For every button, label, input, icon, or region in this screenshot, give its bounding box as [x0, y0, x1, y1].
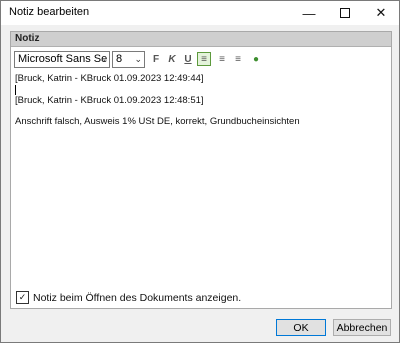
note-line-cursor — [15, 84, 385, 96]
window-title: Notiz bearbeiten — [9, 6, 90, 18]
note-line-empty — [15, 106, 385, 117]
minimize-button[interactable]: — — [291, 1, 327, 25]
minimize-icon: — — [302, 5, 316, 21]
cancel-button[interactable]: Abbrechen — [333, 319, 391, 336]
italic-icon: K — [168, 53, 176, 65]
chevron-down-icon: ⌄ — [134, 54, 142, 64]
font-family-select[interactable]: Microsoft Sans Se ⌄ — [14, 51, 110, 68]
font-size-value: 8 — [116, 53, 123, 65]
align-right-button[interactable]: ≡ — [231, 52, 245, 66]
align-center-icon: ≡ — [219, 53, 225, 65]
format-toolbar: Microsoft Sans Se ⌄ 8 ⌄ F K U ≡ ≡ ≡ ● — [11, 47, 391, 69]
text-color-button[interactable]: ● — [249, 52, 263, 66]
italic-button[interactable]: K — [165, 52, 179, 66]
dialog-window: Notiz bearbeiten — ✕ Notiz Microsoft San… — [0, 0, 400, 343]
note-line: [Bruck, Katrin - KBruck 01.09.2023 12:49… — [15, 73, 204, 84]
color-icon: ● — [252, 53, 260, 65]
font-family-value: Microsoft Sans Se — [18, 53, 108, 65]
show-on-open-checkbox[interactable]: ✓ — [16, 291, 29, 304]
bold-button[interactable]: F — [149, 52, 163, 66]
chevron-down-icon: ⌄ — [99, 54, 107, 64]
title-bar: Notiz bearbeiten — ✕ — [1, 1, 399, 25]
note-panel: Notiz Microsoft Sans Se ⌄ 8 ⌄ F K U ≡ ≡ … — [10, 31, 392, 309]
underline-button[interactable]: U — [181, 52, 195, 66]
close-button[interactable]: ✕ — [363, 1, 399, 25]
show-on-open-label: Notiz beim Öffnen des Dokuments anzeigen… — [33, 291, 242, 304]
align-left-icon: ≡ — [201, 53, 207, 65]
note-line: [Bruck, Katrin - KBruck 01.09.2023 12:48… — [15, 94, 204, 106]
show-on-open-row: ✓ Notiz beim Öffnen des Dokuments anzeig… — [16, 291, 241, 304]
align-left-button[interactable]: ≡ — [197, 52, 211, 66]
close-icon: ✕ — [375, 5, 387, 20]
font-size-select[interactable]: 8 ⌄ — [112, 51, 145, 68]
note-text-editor[interactable]: [Bruck, Katrin - KBruck 01.09.2023 12:49… — [15, 73, 385, 284]
maximize-icon — [340, 8, 350, 18]
maximize-button[interactable] — [327, 1, 363, 25]
text-cursor — [15, 84, 16, 95]
align-right-icon: ≡ — [235, 53, 241, 65]
checkmark-icon: ✓ — [18, 292, 27, 302]
note-line: Anschrift falsch, Ausweis 1% USt DE, kor… — [15, 115, 300, 127]
ok-button[interactable]: OK — [276, 319, 326, 336]
bold-icon: F — [152, 53, 160, 65]
panel-header: Notiz — [11, 32, 391, 47]
align-center-button[interactable]: ≡ — [215, 52, 229, 66]
underline-icon: U — [184, 53, 192, 65]
